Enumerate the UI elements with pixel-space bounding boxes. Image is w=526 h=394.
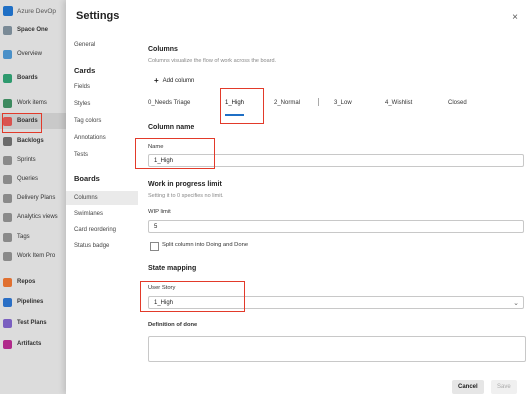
nav-item-sprints[interactable]: Sprints [0,152,66,168]
nav-overview-icon [3,49,12,59]
nav-item-label: Analytics views [17,214,58,220]
nav-item-label: Overview [17,51,43,57]
sidebar-item-columns[interactable]: Columns [66,191,138,205]
nav-item-analytics-views[interactable]: Analytics views [0,209,66,225]
wip-limit-description: Setting it to 0 specifies no limit. [148,193,224,199]
user-story-label: User Story [148,285,176,291]
name-label: Name [148,144,164,150]
nav-tags-icon [3,232,12,242]
chevron-down-icon: ⌄ [513,300,519,307]
plus-icon: + [154,76,159,85]
nav-item-boards[interactable]: Boards [0,70,66,86]
nav-item-label: Backlogs [17,138,44,144]
nav-item-label: Pipelines [17,299,44,305]
sidebar-item-card-reordering[interactable]: Card reordering [66,223,138,237]
add-column-button[interactable]: + Add column [154,76,194,85]
nav-item-space-one[interactable]: Space One [0,22,66,38]
nav-header[interactable]: Azure DevOp [0,0,66,22]
nav-item-work-items[interactable]: Work items [0,95,66,111]
nav-item-repos[interactable]: Repos [0,274,66,290]
tab-4-wishlist[interactable]: 4_Wishlist [385,92,412,114]
tab-separator [318,98,319,106]
columns-settings-panel: Columns Columns visualize the flow of wo… [148,0,526,394]
wip-limit-label: WIP limit [148,209,171,215]
sidebar-item-swimlanes[interactable]: Swimlanes [66,207,138,221]
sidebar-item-status-badge[interactable]: Status badge [66,239,138,253]
definition-of-done-textarea[interactable] [148,336,526,362]
wip-limit-heading: Work in progress limit [148,181,222,188]
nav-delivery-plans-icon [3,193,12,203]
nav-item-delivery-plans[interactable]: Delivery Plans [0,190,66,206]
nav-queries-icon [3,174,12,184]
nav-boards-icon [3,73,12,83]
sidebar-header-boards: Boards [74,174,100,183]
nav-pipelines-icon [3,297,12,307]
tab-closed[interactable]: Closed [448,92,467,114]
cancel-button[interactable]: Cancel [452,380,484,394]
save-button[interactable]: Save [491,380,517,394]
nav-item-tags[interactable]: Tags [0,229,66,245]
tab-1-high[interactable]: 1_High [225,92,245,116]
nav-repos-icon [3,277,12,287]
nav-item-work-item-pro[interactable]: Work Item Pro [0,248,66,264]
nav-backlogs-icon [3,136,12,146]
split-column-checkbox[interactable] [150,242,159,251]
nav-item-label: Space One [17,27,49,33]
nav-space-one-icon [3,25,12,35]
column-tabs: 0_Needs Triage 1_High 2_Normal 3_Low 4_W… [148,92,523,116]
tab-2-normal[interactable]: 2_Normal [274,92,300,114]
sidebar-item-styles[interactable]: Styles [66,97,138,111]
nav-item-pipelines[interactable]: Pipelines [0,294,66,310]
sidebar-item-general[interactable]: General [66,38,138,52]
definition-of-done-label: Definition of done [148,322,198,328]
nav-analytics-views-icon [3,212,12,222]
nav-item-label: Delivery Plans [17,195,56,201]
nav-item-label: Tags [17,234,30,240]
nav-work-item-pro-icon [3,251,12,261]
dialog-title: Settings [76,10,120,22]
nav-item-label: Artifacts [17,341,42,347]
nav-item-test-plans[interactable]: Test Plans [0,315,66,331]
add-column-label: Add column [162,77,195,84]
nav-item-artifacts[interactable]: Artifacts [0,336,66,352]
nav-item-label: Repos [17,279,36,285]
nav-item-label: Work items [17,100,47,106]
settings-dialog: Settings × General Cards Fields Styles T… [66,0,526,394]
nav-item-overview[interactable]: Overview [0,46,66,62]
sidebar-item-tag-colors[interactable]: Tag colors [66,114,138,128]
nav-sprints-icon [3,155,12,165]
columns-heading: Columns [148,46,178,53]
user-story-select[interactable]: 1_High ⌄ [148,296,524,309]
nav-artifacts-icon [3,339,12,349]
nav-item-queries[interactable]: Queries [0,171,66,187]
column-name-heading: Column name [148,124,195,131]
user-story-select-value: 1_High [154,299,174,306]
tab-3-low[interactable]: 3_Low [334,92,352,114]
nav-boards-icon [3,116,12,126]
nav-item-label: Boards [17,118,38,124]
nav-org-title: Azure DevOp [17,7,57,15]
wip-limit-input[interactable]: 5 [148,220,524,233]
sidebar-header-cards: Cards [74,66,96,75]
sidebar-item-fields[interactable]: Fields [66,80,138,94]
sidebar-item-tests[interactable]: Tests [66,148,138,162]
nav-work-items-icon [3,98,12,108]
columns-description: Columns visualize the flow of work acros… [148,58,277,64]
nav-item-label: Queries [17,176,39,182]
nav-item-boards[interactable]: Boards [0,113,66,129]
nav-test-plans-icon [3,318,12,328]
nav-item-label: Sprints [17,157,36,163]
nav-item-label: Work Item Pro [17,253,56,259]
nav-item-label: Boards [17,75,38,81]
left-navigation: Azure DevOp Space One Overview Boards Work … [0,0,66,394]
nav-item-label: Test Plans [17,320,47,326]
column-name-input[interactable]: 1_High [148,154,524,167]
nav-item-backlogs[interactable]: Backlogs [0,133,66,149]
tab-0-needs-triage[interactable]: 0_Needs Triage [148,92,190,114]
split-column-label: Split column into Doing and Done [162,242,249,248]
state-mapping-heading: State mapping [148,265,197,272]
azure-devops-logo-icon [3,6,13,16]
sidebar-item-annotations[interactable]: Annotations [66,131,138,145]
